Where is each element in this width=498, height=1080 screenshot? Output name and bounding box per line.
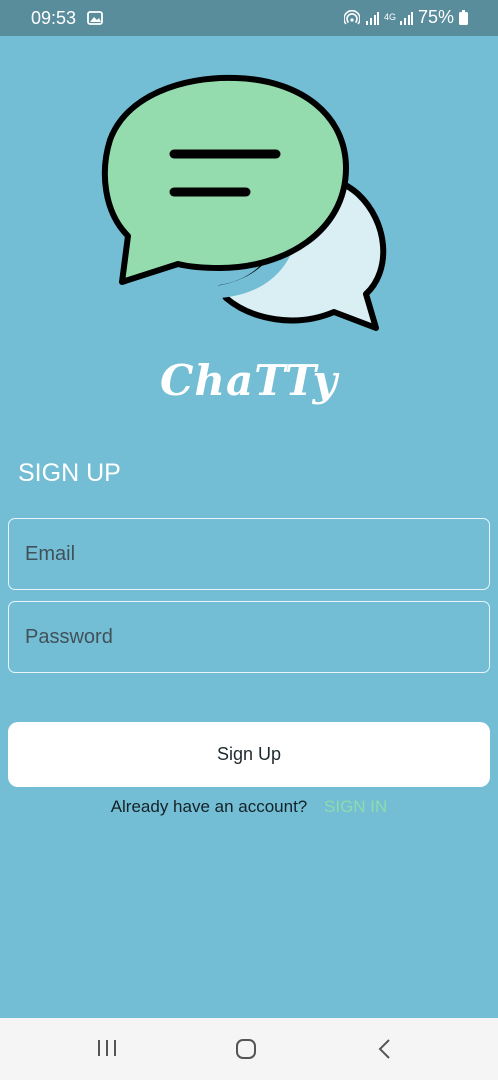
chat-logo xyxy=(96,72,402,338)
signin-prompt-text: Already have an account? xyxy=(110,797,308,816)
app-name: ChaTTy xyxy=(160,356,338,405)
email-field-container xyxy=(8,518,490,590)
status-time: 09:53 xyxy=(31,8,77,28)
signal-icon xyxy=(365,11,379,25)
status-bar: 09:53 4G 75% xyxy=(0,0,498,36)
signal-icon xyxy=(399,11,413,25)
recents-icon[interactable] xyxy=(96,1038,118,1063)
hotspot-icon xyxy=(343,9,360,26)
sign-in-link[interactable]: SIGN IN xyxy=(324,797,387,816)
status-icons: 4G 75% xyxy=(343,7,468,28)
chat-bubbles-icon xyxy=(101,74,387,331)
password-field-container xyxy=(8,601,490,673)
system-nav-bar xyxy=(0,1018,498,1080)
password-field[interactable] xyxy=(9,602,489,672)
sign-up-button[interactable]: Sign Up xyxy=(8,722,490,787)
email-field[interactable] xyxy=(9,519,489,589)
gallery-icon xyxy=(87,11,103,30)
page-title: SIGN UP xyxy=(18,459,121,487)
battery-level: 75% xyxy=(417,7,454,27)
signin-prompt: Already have an account? SIGN IN xyxy=(0,797,498,817)
home-icon[interactable] xyxy=(235,1038,257,1065)
battery-icon xyxy=(459,10,468,25)
network-type: 4G xyxy=(383,12,396,22)
back-icon[interactable] xyxy=(377,1038,393,1065)
